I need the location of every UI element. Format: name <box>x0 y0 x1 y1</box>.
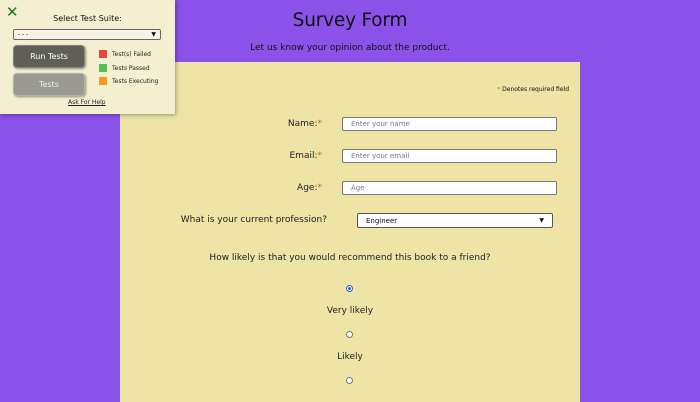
chevron-down-icon: ▼ <box>539 217 544 224</box>
profession-select[interactable]: Engineer ▼ <box>357 213 553 228</box>
test-suite-select[interactable]: - - - ▼ <box>13 29 161 40</box>
test-suite-title: Select Test Suite: <box>53 14 122 23</box>
profession-label: What is your current profession? <box>180 215 327 225</box>
email-label: Email:* <box>260 151 322 161</box>
required-note: * Denotes required field <box>497 86 569 93</box>
radio-very-likely[interactable] <box>346 285 353 292</box>
test-suite-panel: ✕ Select Test Suite: - - - ▼ Run Tests T… <box>0 0 175 114</box>
legend-passed: Tests Passed <box>99 64 150 72</box>
age-label: Age:* <box>260 183 322 193</box>
radio-label-very-likely: Very likely <box>326 306 374 316</box>
passed-swatch-icon <box>99 64 107 72</box>
survey-form: * Denotes required field Name:* Email:* … <box>120 62 580 402</box>
tests-button[interactable]: Tests <box>13 73 85 96</box>
run-tests-button[interactable]: Run Tests <box>13 45 85 68</box>
required-note-text: Denotes required field <box>502 86 569 93</box>
recommend-question: How likely is that you would recommend t… <box>209 253 491 263</box>
name-label: Name:* <box>260 119 322 129</box>
age-input[interactable] <box>342 181 557 195</box>
name-label-text: Name: <box>287 119 318 129</box>
radio-label-likely: Likely <box>337 352 363 362</box>
legend-failed: Test(s) Failed <box>99 50 151 58</box>
email-required-star: * <box>317 151 323 161</box>
ask-for-help-link[interactable]: Ask For Help <box>68 99 106 106</box>
age-required-star: * <box>317 183 323 193</box>
age-label-text: Age: <box>297 183 318 193</box>
email-label-text: Email: <box>289 151 318 161</box>
name-input[interactable] <box>342 117 557 131</box>
profession-selected: Engineer <box>366 216 398 225</box>
legend-passed-label: Tests Passed <box>112 64 150 72</box>
name-required-star: * <box>317 119 323 129</box>
required-star: * <box>497 86 501 93</box>
radio-likely[interactable] <box>346 331 353 338</box>
test-suite-selected: - - - <box>18 31 29 38</box>
failed-swatch-icon <box>99 50 107 58</box>
email-input[interactable] <box>342 149 557 163</box>
legend-failed-label: Test(s) Failed <box>112 50 151 58</box>
legend-executing: Tests Executing <box>99 77 158 85</box>
chevron-down-icon: ▼ <box>151 31 156 38</box>
executing-swatch-icon <box>99 77 107 85</box>
legend-executing-label: Tests Executing <box>112 77 159 85</box>
radio-option-3[interactable] <box>346 377 353 384</box>
